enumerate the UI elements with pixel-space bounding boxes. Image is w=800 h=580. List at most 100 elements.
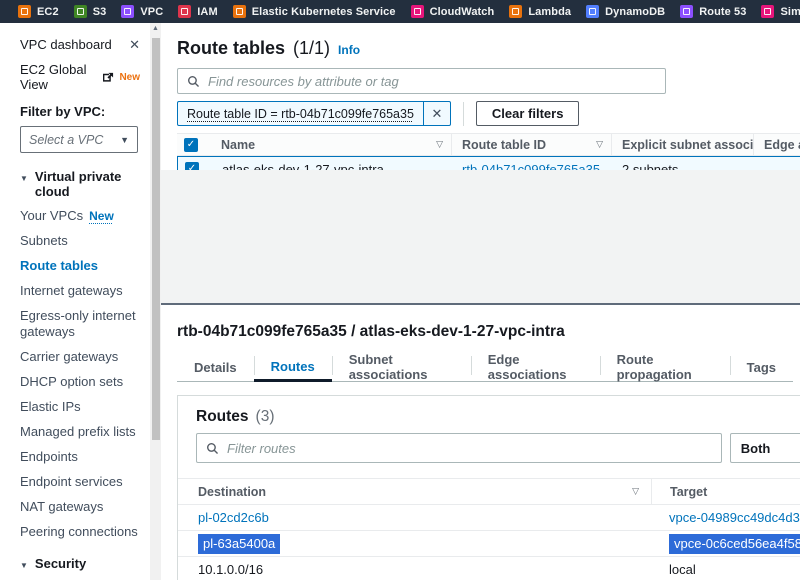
topbar-item-label: DynamoDB (605, 6, 665, 18)
clear-filters-button[interactable]: Clear filters (476, 101, 580, 126)
sidebar-item-dhcp-option-sets[interactable]: DHCP option sets (20, 374, 138, 390)
topbar-item-lambda[interactable]: Lambda (509, 5, 571, 18)
column-header-edge-associations[interactable]: Edge as (764, 138, 800, 152)
topbar-item-cloudwatch[interactable]: CloudWatch (411, 5, 495, 18)
sidebar-item-managed-prefix-lists[interactable]: Managed prefix lists (20, 424, 138, 440)
destination-link[interactable]: pl-02cd2c6b (198, 510, 269, 525)
detail-title: rtb-04b71c099fe765a35 / atlas-eks-dev-1-… (177, 323, 800, 341)
route-table-detail-pane: rtb-04b71c099fe765a35 / atlas-eks-dev-1-… (161, 305, 800, 580)
divider (463, 102, 464, 126)
sidebar-item-vpc-dashboard[interactable]: VPC dashboard (20, 37, 112, 52)
ec2-service-icon (18, 5, 31, 18)
sidebar-item-egress-only-internet-gateways[interactable]: Egress-only internet gateways (20, 308, 138, 340)
sidebar-item-peering-connections[interactable]: Peering connections (20, 524, 138, 540)
tab-tags[interactable]: Tags (730, 353, 793, 381)
sort-icon[interactable]: ▽ (632, 486, 639, 497)
column-header-explicit-subnet-associations[interactable]: Explicit subnet associati... (622, 138, 753, 152)
tab-edge-associations[interactable]: Edge associations (471, 353, 600, 381)
tab-label: Route propagation (617, 352, 713, 382)
sidebar-item-internet-gateways[interactable]: Internet gateways (20, 283, 138, 299)
sidebar-item-subnets[interactable]: Subnets (20, 233, 138, 249)
s3-service-icon (74, 5, 87, 18)
sidebar-item-label: Endpoint services (20, 474, 123, 490)
tab-label: Routes (271, 359, 315, 374)
dynamodb-service-icon (586, 5, 599, 18)
route-row[interactable]: 10.1.0.0/16 local (178, 557, 800, 580)
sidebar-item-label: Peering connections (20, 524, 138, 540)
routes-mode-select[interactable]: Both (730, 433, 800, 463)
topbar-item-label: CloudWatch (430, 6, 495, 18)
empty-table-area (161, 170, 800, 303)
target-link-selected[interactable]: vpce-0c6ced56ea4f58b70 (669, 534, 800, 554)
topbar-item-route53[interactable]: Route 53 (680, 5, 746, 18)
routes-header-row: Destination ▽ Target (178, 478, 800, 505)
tab-subnet-associations[interactable]: Subnet associations (332, 353, 471, 381)
vpc-sidebar: VPC dashboard ✕ EC2 Global View New Filt… (0, 23, 150, 580)
select-all-checkbox[interactable]: ✓ (184, 138, 198, 152)
route-row[interactable]: pl-63a5400a vpce-0c6ced56ea4f58b70 (178, 531, 800, 557)
destination-link-selected[interactable]: pl-63a5400a (198, 534, 280, 554)
target-value: local (669, 562, 696, 577)
sidebar-item-route-tables[interactable]: Route tables (20, 258, 138, 274)
topbar-item-sqs[interactable]: Simple Queue Service (761, 5, 800, 18)
eks-service-icon (233, 5, 246, 18)
topbar-item-label: Lambda (528, 6, 571, 18)
topbar-item-dynamodb[interactable]: DynamoDB (586, 5, 665, 18)
topbar-item-ec2[interactable]: EC2 (18, 5, 59, 18)
info-link[interactable]: Info (338, 43, 360, 57)
tab-label: Details (194, 360, 237, 375)
tab-routes[interactable]: Routes (254, 353, 332, 382)
tab-details[interactable]: Details (177, 353, 254, 381)
route-row[interactable]: pl-02cd2c6b vpce-04989cc49dc4d3eb9 (178, 505, 800, 531)
sidebar-item-label: Your VPCs (20, 208, 83, 224)
scrollbar-thumb[interactable] (152, 38, 160, 440)
sidebar-section-security[interactable]: ▼ Security (20, 556, 140, 571)
sidebar-item-endpoints[interactable]: Endpoints (20, 449, 138, 465)
routes-mode-value: Both (741, 441, 771, 456)
sidebar-item-label: Elastic IPs (20, 399, 81, 415)
topbar-item-label: Route 53 (699, 6, 746, 18)
tab-route-propagation[interactable]: Route propagation (600, 353, 730, 381)
sidebar-item-label: Carrier gateways (20, 349, 118, 365)
column-header-route-table-id[interactable]: Route table ID (462, 138, 546, 152)
sqs-service-icon (761, 5, 774, 18)
resource-search-input[interactable]: Find resources by attribute or tag (177, 68, 666, 94)
tab-label: Subnet associations (349, 352, 454, 382)
column-header-name[interactable]: Name (221, 138, 255, 152)
sort-icon[interactable]: ▽ (436, 139, 443, 150)
sidebar-item-nat-gateways[interactable]: NAT gateways (20, 499, 138, 515)
topbar-item-label: VPC (140, 6, 163, 18)
filter-token-label[interactable]: Route table ID = rtb-04b71c099fe765a35 (178, 102, 423, 125)
topbar-item-iam[interactable]: IAM (178, 5, 217, 18)
sidebar-item-endpoint-services[interactable]: Endpoint services (20, 474, 138, 490)
sidebar-item-label: Managed prefix lists (20, 424, 136, 440)
scrollbar-up-arrow-icon[interactable]: ▲ (150, 25, 161, 32)
sidebar-item-label: Endpoints (20, 449, 78, 465)
column-header-target[interactable]: Target (670, 485, 707, 499)
vertical-scrollbar[interactable]: ▲ (150, 23, 161, 580)
section-caret-icon: ▼ (20, 174, 28, 183)
external-link-icon (103, 72, 114, 83)
sidebar-item-label: Egress-only internet gateways (20, 308, 138, 340)
sort-icon[interactable]: ▽ (596, 139, 603, 150)
section-title: Security (35, 556, 86, 571)
sidebar-item-carrier-gateways[interactable]: Carrier gateways (20, 349, 138, 365)
topbar-item-s3[interactable]: S3 (74, 5, 107, 18)
topbar-item-eks[interactable]: Elastic Kubernetes Service (233, 5, 396, 18)
target-link[interactable]: vpce-04989cc49dc4d3eb9 (669, 510, 800, 525)
sidebar-item-elastic-ips[interactable]: Elastic IPs (20, 399, 138, 415)
sidebar-section-virtual-private-cloud[interactable]: ▼ Virtual private cloud (20, 169, 140, 199)
routes-table: Destination ▽ Target pl-02cd2c6b vpce-049… (178, 478, 800, 580)
column-header-destination[interactable]: Destination (198, 485, 266, 499)
routes-filter-input[interactable]: Filter routes (196, 433, 722, 463)
topbar-item-label: Simple Queue Service (780, 6, 800, 18)
topbar-item-label: S3 (93, 6, 107, 18)
sidebar-item-ec2-global-view[interactable]: EC2 Global View New (20, 62, 140, 92)
close-icon[interactable]: ✕ (129, 38, 140, 51)
remove-filter-icon[interactable]: ✕ (423, 102, 450, 125)
topbar-item-vpc[interactable]: VPC (121, 5, 163, 18)
sidebar-item-label: DHCP option sets (20, 374, 123, 390)
filter-token: Route table ID = rtb-04b71c099fe765a35 ✕ (177, 101, 451, 126)
vpc-select[interactable]: Select a VPC ▼ (20, 126, 138, 153)
sidebar-item-your-vpcs[interactable]: Your VPCsNew (20, 208, 138, 224)
